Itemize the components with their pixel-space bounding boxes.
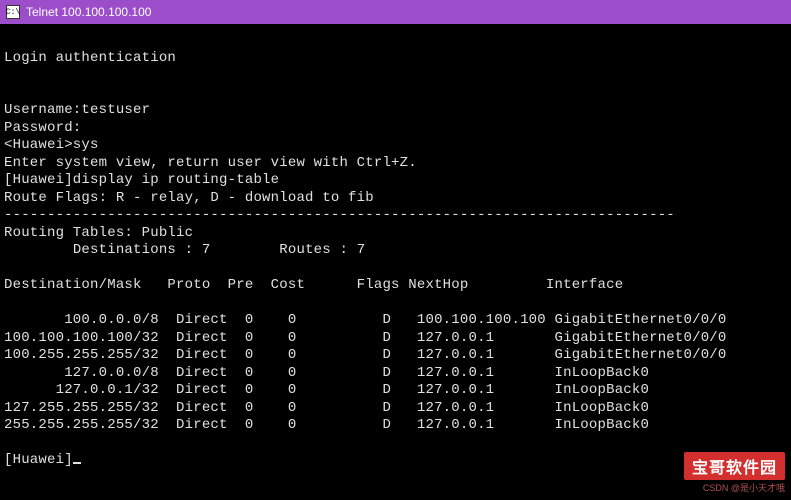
final-prompt: [Huawei]	[4, 452, 73, 468]
terminal-icon: C:\	[6, 5, 20, 19]
routes-count-label: Routes :	[279, 242, 348, 258]
route-row: 255.255.255.255/32 Direct 0 0 D 127.0.0.…	[4, 417, 787, 435]
cmd-line: [Huawei]display ip routing-table	[4, 172, 787, 190]
blank-line	[4, 295, 787, 313]
dest-count-label: Destinations :	[73, 242, 193, 258]
routes-count: 7	[357, 242, 366, 258]
username-label: Username:	[4, 102, 81, 118]
route-row: 127.255.255.255/32 Direct 0 0 D 127.0.0.…	[4, 400, 787, 418]
window-titlebar[interactable]: C:\ Telnet 100.100.100.100	[0, 0, 791, 24]
divider-line: ----------------------------------------…	[4, 207, 787, 225]
route-row: 127.0.0.0/8 Direct 0 0 D 127.0.0.1 InLoo…	[4, 365, 787, 383]
dest-count: 7	[202, 242, 211, 258]
final-prompt-line: [Huawei]	[4, 452, 787, 470]
watermark-badge: 宝哥软件园	[684, 452, 785, 480]
cursor-icon	[73, 462, 81, 464]
route-row: 127.0.0.1/32 Direct 0 0 D 127.0.0.1 InLo…	[4, 382, 787, 400]
watermark: 宝哥软件园 CSDN @是小天才哦	[684, 452, 785, 494]
blank-line	[4, 32, 787, 50]
window-title: Telnet 100.100.100.100	[26, 5, 151, 19]
counts-line: Destinations : 7 Routes : 7	[4, 242, 787, 260]
terminal-output[interactable]: Login authentication Username:testuserPa…	[0, 24, 791, 500]
tables-header: Routing Tables: Public	[4, 225, 787, 243]
flags-legend: Route Flags: R - relay, D - download to …	[4, 190, 787, 208]
sysview-msg: Enter system view, return user view with…	[4, 155, 787, 173]
route-row: 100.0.0.0/8 Direct 0 0 D 100.100.100.100…	[4, 312, 787, 330]
password-line: Password:	[4, 120, 787, 138]
blank-line	[4, 435, 787, 453]
blank-line	[4, 67, 787, 85]
route-table-header: Destination/Mask Proto Pre Cost Flags Ne…	[4, 277, 787, 295]
route-row: 100.255.255.255/32 Direct 0 0 D 127.0.0.…	[4, 347, 787, 365]
prompt-sys: <Huawei>sys	[4, 137, 787, 155]
watermark-subtext: CSDN @是小天才哦	[703, 481, 785, 494]
blank-line	[4, 85, 787, 103]
route-row: 100.100.100.100/32 Direct 0 0 D 127.0.0.…	[4, 330, 787, 348]
blank-line	[4, 260, 787, 278]
username-line: Username:testuser	[4, 102, 787, 120]
username-value: testuser	[81, 102, 150, 118]
auth-header: Login authentication	[4, 50, 787, 68]
